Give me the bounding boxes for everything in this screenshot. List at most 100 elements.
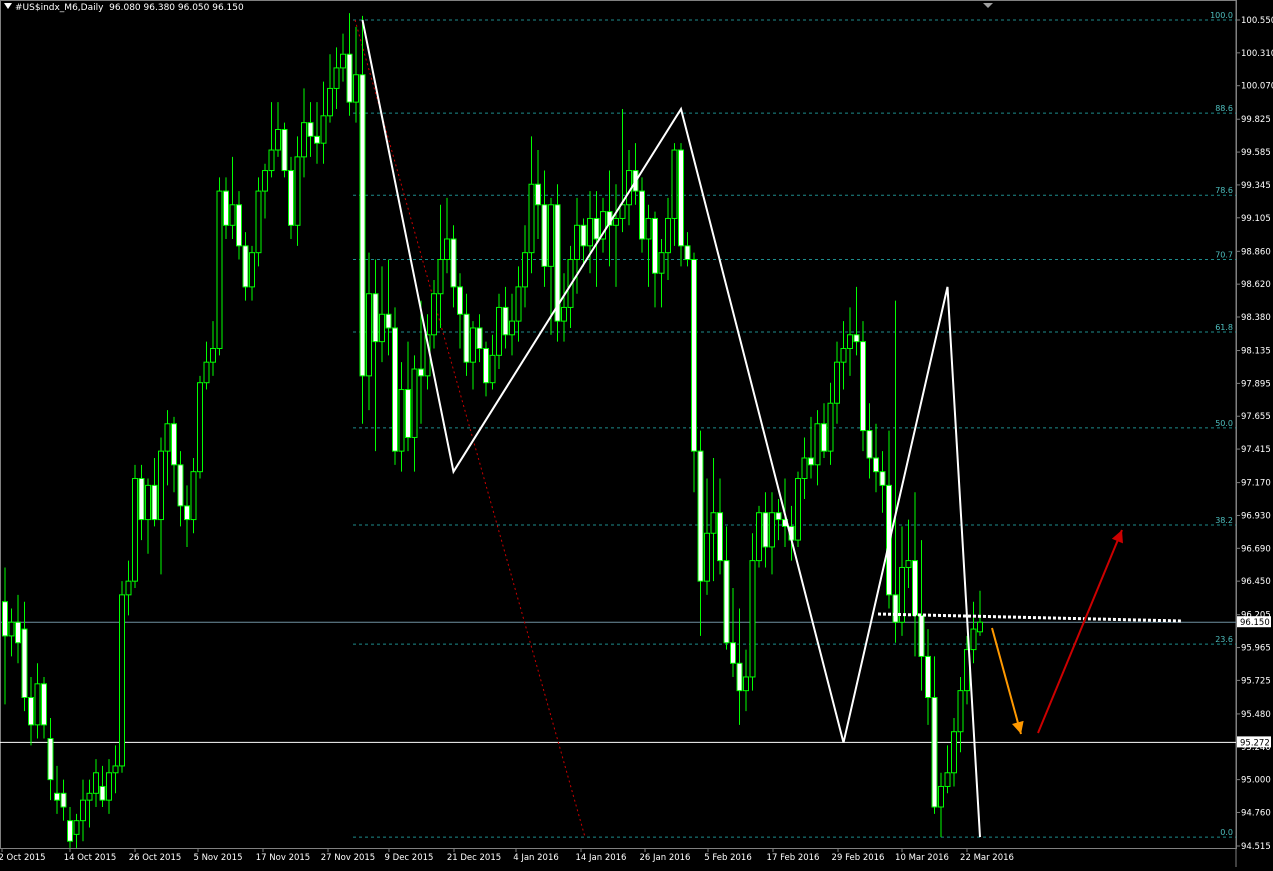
- y-tick-label: 97.170: [1241, 479, 1271, 489]
- candle-body: [496, 306, 502, 356]
- y-tick-label: 95.725: [1241, 676, 1271, 686]
- y-tick-label: 96.690: [1241, 544, 1271, 554]
- candle-body: [385, 313, 392, 329]
- x-tick-label: 21 Dec 2015: [447, 853, 501, 863]
- candle-body: [307, 122, 314, 137]
- symbol-title: #US$indx_M6,Daily: [15, 3, 104, 13]
- candle-body: [717, 512, 723, 562]
- candle-body: [457, 286, 463, 315]
- candle-body: [353, 74, 359, 103]
- candle-body: [476, 327, 483, 349]
- candle-body: [119, 594, 125, 767]
- y-tick-label: 100.070: [1241, 82, 1273, 92]
- y-tick-label: 100.550: [1241, 16, 1273, 26]
- x-tick-label: 9 Dec 2015: [385, 853, 434, 863]
- x-tick-label: 26 Jan 2016: [640, 853, 691, 863]
- candle-body: [587, 217, 593, 247]
- candle-body: [2, 601, 8, 637]
- candle-body: [470, 327, 476, 363]
- candle-body: [827, 402, 834, 452]
- candle-body: [970, 628, 977, 651]
- chart-header: #US$indx_M6,Daily 96.080 96.380 96.050 9…: [4, 3, 244, 13]
- y-tick-label: 99.825: [1241, 115, 1271, 125]
- candle-body: [320, 115, 327, 144]
- candle-body: [34, 683, 41, 726]
- arrow-down-icon-head: [1012, 720, 1024, 734]
- candle-body: [450, 238, 457, 288]
- candle-body: [834, 361, 840, 404]
- candle-body: [658, 252, 665, 274]
- arrow-up-icon-shaft: [1037, 529, 1123, 734]
- candle-body: [697, 450, 704, 582]
- candle-body: [879, 471, 886, 486]
- plot-frame: [0, 0, 1237, 849]
- candle-body: [145, 484, 151, 521]
- candle-body: [28, 696, 34, 726]
- candle-body: [281, 128, 288, 172]
- candle-body: [242, 245, 249, 288]
- candle-body: [171, 423, 177, 466]
- dropdown-triangle-icon[interactable]: [4, 3, 12, 9]
- x-tick-label: 2 Oct 2015: [0, 853, 46, 863]
- candle-body: [541, 204, 548, 267]
- candle-body: [736, 662, 743, 692]
- candle-body: [749, 560, 756, 678]
- y-tick-label: 96.930: [1241, 511, 1271, 521]
- candle-body: [502, 306, 509, 336]
- y-tick-label: 96.450: [1241, 577, 1271, 587]
- candlestick-chart: 100.0 88.6 78.6 70.7 61.8 50.0 38.2 23.6 0.0 100.…: [0, 0, 1273, 867]
- y-tick-label: 95.480: [1241, 710, 1271, 720]
- y-tick-label: 100.310: [1241, 49, 1273, 59]
- y-tick-label: 95.000: [1241, 776, 1271, 786]
- candle-body: [229, 204, 236, 226]
- x-tick-label: 22 Mar 2016: [960, 853, 1014, 863]
- candle-body: [847, 334, 853, 349]
- candle-body: [340, 53, 346, 69]
- candle-body: [236, 204, 242, 247]
- candle-body: [860, 341, 866, 432]
- candle-body: [275, 128, 281, 151]
- candle-body: [379, 313, 385, 343]
- candle-body: [47, 738, 54, 781]
- candle-body: [925, 655, 931, 698]
- candle-body: [483, 347, 489, 384]
- candle-body: [86, 792, 93, 801]
- candle-body: [931, 696, 938, 808]
- y-tick-label: 98.135: [1241, 347, 1271, 357]
- fib-level-label: 88.6: [1215, 104, 1233, 113]
- candle-body: [268, 149, 275, 172]
- candle-body: [710, 512, 717, 534]
- candle-body: [977, 621, 983, 633]
- candle-body: [723, 560, 730, 644]
- arrow-down-icon-shaft: [991, 627, 1022, 735]
- candle-body: [8, 621, 15, 637]
- candle-body: [158, 450, 164, 521]
- candle-body: [216, 190, 223, 349]
- candle-body: [80, 799, 86, 822]
- candle-body: [359, 74, 366, 377]
- candle-body: [411, 368, 418, 438]
- shift-marker-icon[interactable]: [983, 3, 993, 8]
- candle-body: [912, 560, 918, 616]
- y-tick-label: 94.515: [1241, 842, 1271, 852]
- candle-body: [743, 676, 749, 692]
- candle-body: [294, 156, 301, 226]
- dotted-trend-line: [354, 19, 586, 838]
- candle-body: [372, 293, 379, 343]
- y-tick-label: 95.965: [1241, 644, 1271, 654]
- candle-body: [645, 217, 652, 240]
- candle-body: [515, 286, 522, 322]
- fib-level-label: 23.6: [1215, 635, 1233, 644]
- candle-body: [41, 683, 47, 726]
- candle-body: [951, 731, 957, 774]
- y-tick-label: 97.415: [1241, 445, 1271, 455]
- candle-body: [509, 320, 515, 336]
- candle-body: [112, 765, 119, 774]
- candle-body: [203, 361, 210, 384]
- candle-body: [671, 149, 678, 219]
- candle-body: [223, 190, 229, 226]
- candle-body: [106, 772, 112, 801]
- candle-body: [535, 183, 541, 206]
- x-tick-label: 14 Oct 2015: [64, 853, 117, 863]
- y-tick-label: 98.860: [1241, 247, 1271, 257]
